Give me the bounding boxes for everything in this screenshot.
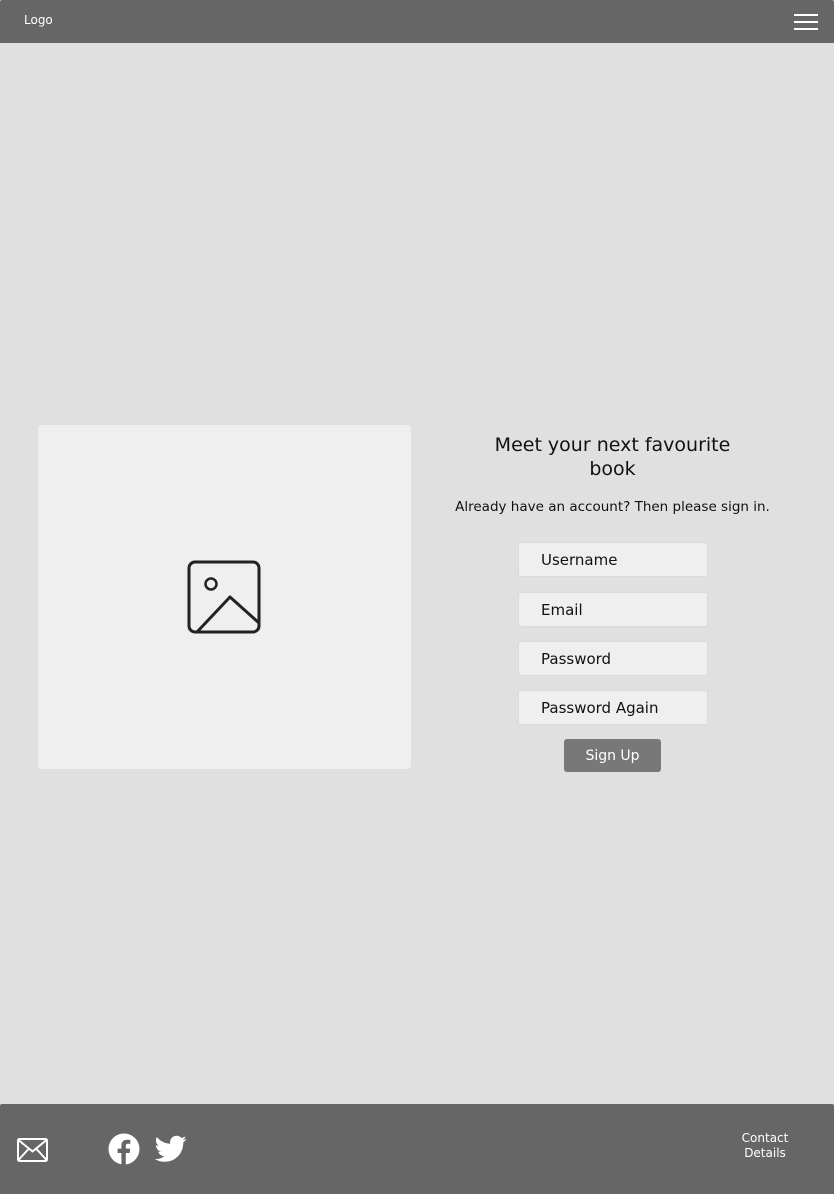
mail-icon: [17, 1138, 48, 1162]
hero-image: [38, 425, 411, 769]
menu-button[interactable]: [793, 12, 819, 32]
footer: Contact Details: [0, 1104, 834, 1194]
sign-in-prompt: Already have an account? Then please sig…: [455, 499, 770, 515]
twitter-icon: [155, 1135, 187, 1162]
facebook-icon: [108, 1133, 140, 1165]
contact-label-line2: Details: [744, 1146, 786, 1160]
email-input[interactable]: [518, 592, 708, 627]
contact-details-link[interactable]: Contact Details: [725, 1131, 805, 1161]
mail-link[interactable]: [17, 1138, 48, 1162]
contact-label-line1: Contact: [741, 1131, 789, 1145]
top-bar: Logo: [0, 0, 834, 43]
password-input[interactable]: [518, 641, 708, 676]
logo[interactable]: Logo: [24, 12, 53, 28]
username-input[interactable]: [518, 542, 708, 577]
image-placeholder-icon: [187, 560, 261, 634]
sign-up-button[interactable]: Sign Up: [564, 739, 661, 772]
page-title: Meet your next favourite book: [494, 434, 731, 480]
hamburger-menu-icon: [794, 14, 818, 30]
twitter-link[interactable]: [155, 1135, 187, 1163]
password-again-input[interactable]: [518, 690, 708, 725]
facebook-link[interactable]: [108, 1133, 140, 1165]
